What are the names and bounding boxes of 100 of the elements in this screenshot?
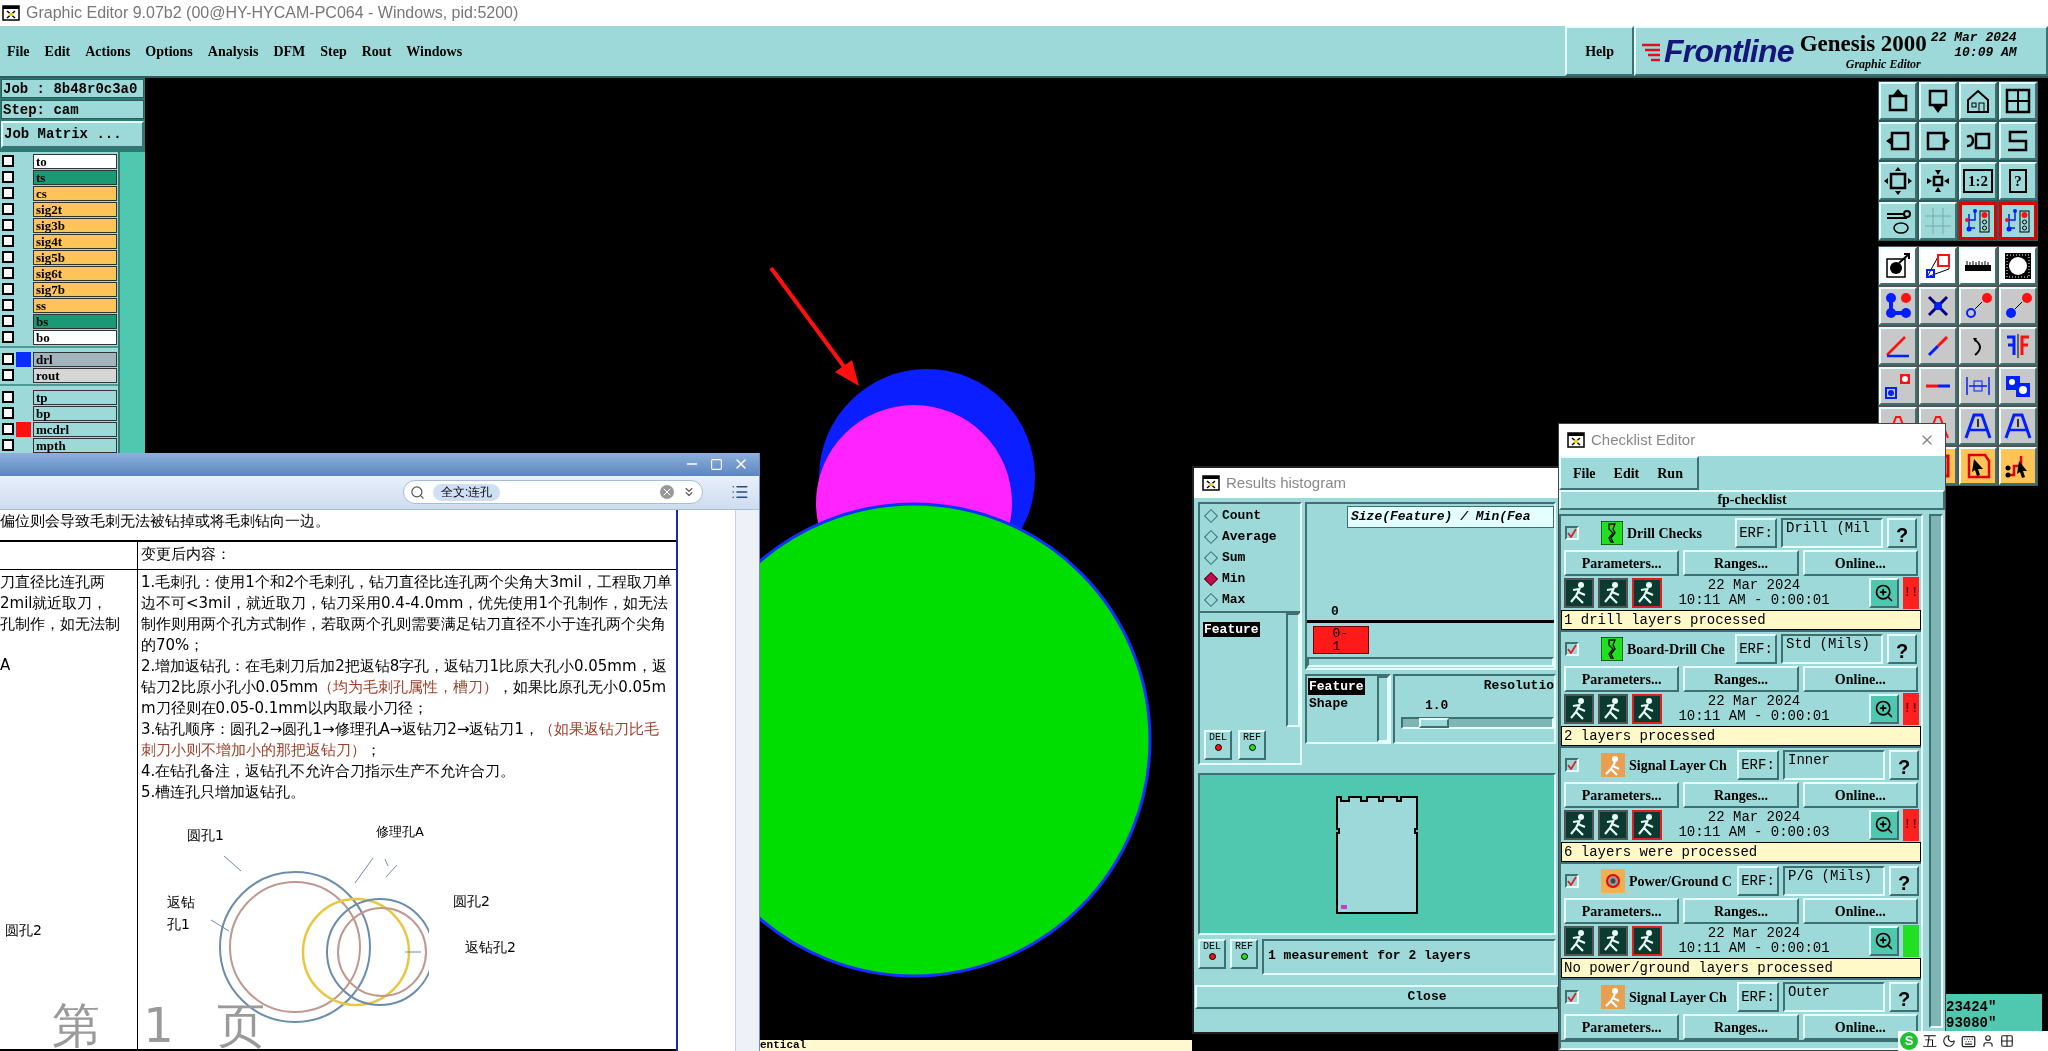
erf-field[interactable]: Std (Mils) (1781, 634, 1883, 664)
histogram-bar[interactable]: 0-1 (1313, 626, 1369, 654)
item-checkbox[interactable] (1565, 526, 1579, 540)
item-checkbox[interactable] (1565, 874, 1579, 888)
layer-checkbox[interactable] (2, 267, 14, 279)
tool-button[interactable]: ? (1999, 162, 2037, 200)
running-figure-icon[interactable] (1632, 694, 1662, 724)
scrollbar[interactable] (1929, 514, 1943, 1028)
layer-name[interactable]: mpth (33, 437, 117, 453)
help-button[interactable]: ? (1887, 518, 1917, 548)
menu-item[interactable]: Run (1657, 462, 1683, 484)
layer-checkbox[interactable] (2, 353, 14, 365)
erf-button[interactable]: ERF: (1737, 750, 1779, 780)
check-action-button[interactable]: Online... (1802, 898, 1918, 924)
layer-name[interactable]: bp (33, 405, 117, 421)
results-button[interactable] (1869, 694, 1899, 724)
help-button[interactable]: ? (1887, 634, 1917, 664)
layer-checkbox[interactable] (2, 155, 14, 167)
layer-checkbox[interactable] (2, 315, 14, 327)
layer-name[interactable]: ss (33, 297, 117, 313)
grid-icon[interactable] (2000, 1034, 2014, 1048)
erf-button[interactable]: ERF: (1735, 518, 1777, 548)
list-item[interactable]: Feature (1203, 622, 1260, 637)
help-menu[interactable]: Help (1565, 26, 1634, 76)
keyboard-icon[interactable] (1961, 1033, 1976, 1049)
layer-name[interactable]: rout (33, 367, 117, 383)
layer-checkbox[interactable] (2, 203, 14, 215)
layer-checkbox[interactable] (2, 439, 14, 451)
list-item[interactable]: Feature (1308, 678, 1365, 695)
menu-item[interactable]: Options (145, 40, 193, 62)
scrollbar[interactable] (1377, 676, 1389, 742)
running-figure-icon[interactable] (1564, 694, 1594, 724)
layer-name[interactable]: drl (33, 351, 117, 367)
item-checkbox[interactable] (1565, 990, 1579, 1004)
help-button[interactable]: ? (1889, 982, 1919, 1012)
radio-option[interactable]: Max (1206, 592, 1300, 607)
layer-name[interactable]: tp (33, 389, 117, 405)
help-button[interactable]: ? (1889, 866, 1919, 896)
check-action-button[interactable]: Online... (1802, 550, 1918, 576)
check-action-button[interactable]: Ranges... (1683, 782, 1799, 808)
check-action-button[interactable]: Ranges... (1683, 898, 1799, 924)
running-figure-icon[interactable] (1598, 810, 1628, 840)
clear-icon[interactable] (660, 485, 674, 500)
layer-checkbox[interactable] (2, 219, 14, 231)
layer-checkbox[interactable] (2, 235, 14, 247)
running-figure-icon[interactable] (1598, 926, 1628, 956)
layer-name[interactable]: bs (33, 313, 117, 329)
menu-item[interactable]: Actions (85, 40, 131, 62)
menu-item[interactable]: File (1573, 462, 1596, 484)
slider-thumb[interactable] (1419, 718, 1449, 728)
job-matrix-button[interactable]: Job Matrix ... (1, 121, 144, 148)
layer-name[interactable]: to (33, 153, 117, 169)
layer-checkbox[interactable] (2, 423, 14, 435)
results-button[interactable] (1869, 926, 1899, 956)
scrollbar[interactable] (1286, 613, 1300, 727)
layer-name[interactable]: sig6t (33, 265, 117, 281)
running-figure-icon[interactable] (1632, 810, 1662, 840)
menu-item[interactable]: File (7, 40, 30, 62)
check-action-button[interactable]: Parameters... (1564, 898, 1680, 924)
layer-checkbox[interactable] (2, 171, 14, 183)
layer-checkbox[interactable] (2, 391, 14, 403)
maximize-icon[interactable] (710, 457, 723, 471)
layer-name[interactable]: mcdrl (33, 421, 117, 437)
layer-checkbox[interactable] (2, 331, 14, 343)
input-mode[interactable]: 五 (1923, 1030, 1937, 1051)
layer-action-button[interactable]: DEL (1204, 730, 1232, 760)
running-figure-icon[interactable] (1564, 578, 1594, 608)
erf-button[interactable]: ERF: (1735, 634, 1777, 664)
layer-action-button[interactable]: DEL (1198, 939, 1226, 969)
running-figure-icon[interactable] (1598, 694, 1628, 724)
item-checkbox[interactable] (1565, 642, 1579, 656)
running-figure-icon[interactable] (1598, 578, 1628, 608)
running-figure-icon[interactable] (1632, 926, 1662, 956)
check-action-button[interactable]: Parameters... (1564, 782, 1680, 808)
layer-name[interactable]: sig4t (33, 233, 117, 249)
radio-option[interactable]: Min (1206, 571, 1300, 586)
layer-action-button[interactable]: REF (1230, 939, 1258, 969)
check-action-button[interactable]: Parameters... (1564, 1014, 1680, 1040)
layer-checkbox[interactable] (2, 251, 14, 263)
erf-field[interactable]: Inner (1783, 750, 1885, 780)
user-icon[interactable] (1981, 1034, 1995, 1048)
running-figure-icon[interactable] (1564, 810, 1594, 840)
layer-action-button[interactable]: REF (1238, 730, 1266, 760)
search-field[interactable]: 全文:连孔 (403, 480, 703, 505)
menu-item[interactable]: Step (320, 40, 347, 62)
check-action-button[interactable]: Ranges... (1683, 666, 1799, 692)
layer-checkbox[interactable] (2, 299, 14, 311)
radio-option[interactable]: Average (1206, 529, 1300, 544)
radio-option[interactable]: Count (1206, 508, 1300, 523)
moon-icon[interactable] (1942, 1034, 1956, 1048)
erf-field[interactable]: Outer (1783, 982, 1885, 1012)
layer-name[interactable]: sig7b (33, 281, 117, 297)
layer-name[interactable]: sig5b (33, 249, 117, 265)
erf-field[interactable]: P/G (Mils) (1783, 866, 1885, 896)
tool-button[interactable]: 1:2 (1959, 162, 1997, 200)
menu-item[interactable]: Analysis (207, 40, 259, 62)
scrollbar[interactable] (1307, 657, 1554, 667)
running-figure-icon[interactable] (1632, 578, 1662, 608)
layer-name[interactable]: bo (33, 329, 117, 345)
check-action-button[interactable]: Online... (1802, 666, 1918, 692)
